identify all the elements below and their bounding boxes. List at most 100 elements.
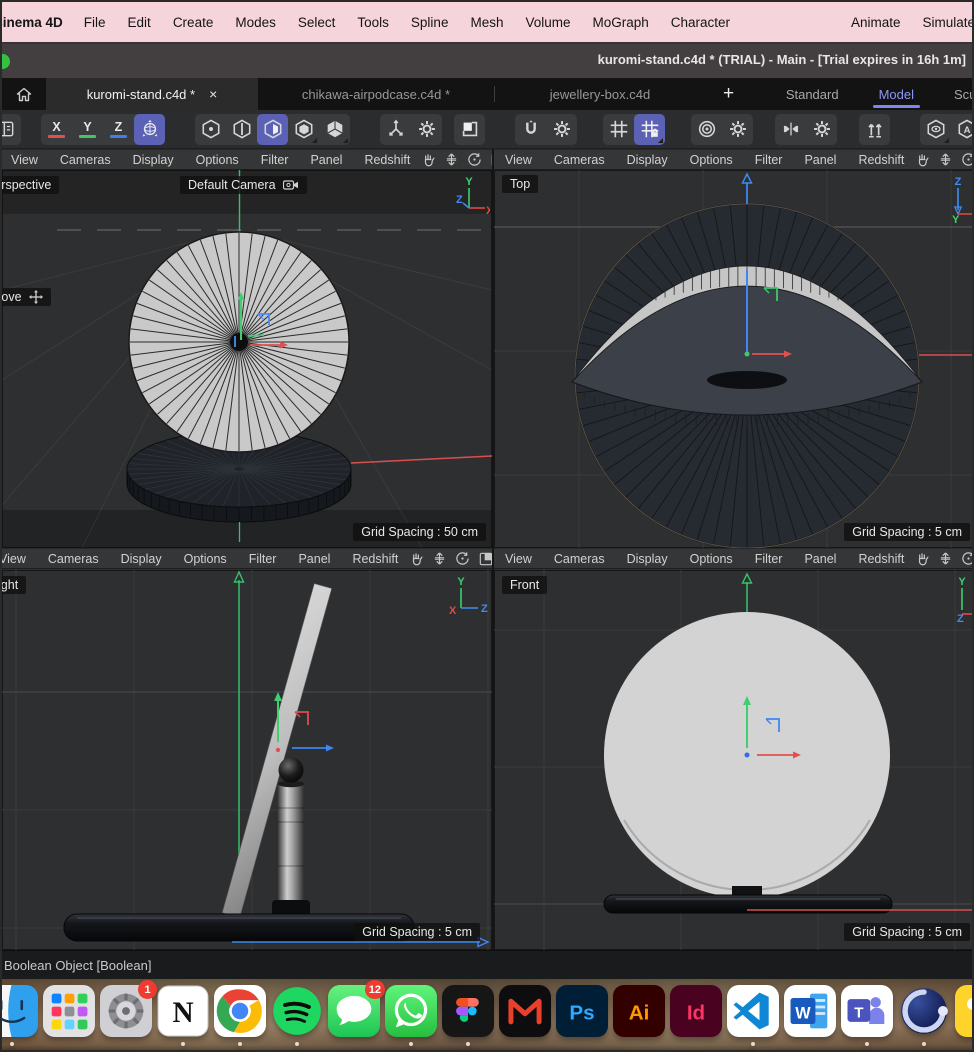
axis-lock-x-button[interactable]: X <box>41 114 72 145</box>
symmetry-settings-button[interactable] <box>806 114 837 145</box>
mode-sculpt[interactable]: Sculpt <box>934 78 974 110</box>
menu-create[interactable]: Create <box>162 15 225 30</box>
dock-whatsapp-icon[interactable] <box>385 985 437 1037</box>
viewport-label-perspective[interactable]: Perspective <box>2 176 59 194</box>
menubar-app-name[interactable]: Cinema 4D <box>2 15 73 30</box>
traffic-light-green[interactable] <box>2 54 10 69</box>
menu-edit[interactable]: Edit <box>117 15 162 30</box>
viewport-front[interactable]: Front Grid Spacing : 5 cm Y Z <box>494 570 974 950</box>
falloff-settings-button[interactable] <box>722 114 753 145</box>
rotate-view-icon[interactable] <box>961 551 974 566</box>
mode-model[interactable]: Model <box>859 78 934 110</box>
window-titlebar[interactable]: kuromi-stand.c4d * (TRIAL) - Main - [Tri… <box>2 44 974 78</box>
viewport-menu-panel[interactable]: Panel <box>299 153 353 167</box>
viewport-menu-filter[interactable]: Filter <box>250 153 300 167</box>
camera-selector[interactable]: Default Camera <box>180 176 307 194</box>
viewport-menu-panel[interactable]: Panel <box>287 552 341 566</box>
menu-mograph[interactable]: MoGraph <box>582 15 660 30</box>
rotate-view-icon[interactable] <box>455 551 470 566</box>
viewport-top[interactable]: Top Grid Spacing : 5 cm Z Y <box>494 170 974 548</box>
viewport-label-right[interactable]: Right <box>2 576 26 594</box>
new-tab-button[interactable]: + <box>705 78 752 110</box>
viewport-menu-redshift[interactable]: Redshift <box>847 153 915 167</box>
coordinate-system-button[interactable] <box>134 114 165 145</box>
menu-volume[interactable]: Volume <box>514 15 581 30</box>
maximize-view-icon[interactable] <box>479 552 492 566</box>
menu-simulate[interactable]: Simulate <box>911 15 974 30</box>
enable-axis-button[interactable] <box>380 114 411 145</box>
viewport-perspective[interactable]: Perspective Default Camera Move Grid Spa… <box>2 170 492 548</box>
polygons-mode-button[interactable] <box>257 114 288 145</box>
viewport-menu-options[interactable]: Options <box>185 153 250 167</box>
viewport-splitter[interactable] <box>492 149 494 950</box>
dock-messages-icon[interactable]: 12 <box>328 985 380 1037</box>
viewport-menu-filter[interactable]: Filter <box>238 552 288 566</box>
pan-hand-icon[interactable] <box>915 551 930 566</box>
viewport-menu-cameras[interactable]: Cameras <box>543 552 616 566</box>
viewport-menu-panel[interactable]: Panel <box>793 153 847 167</box>
extrude-arrows-button[interactable] <box>859 114 890 145</box>
volume-mode-button[interactable] <box>288 114 319 145</box>
viewport-menu-view[interactable]: View <box>494 552 543 566</box>
dock-spotify-icon[interactable] <box>271 985 323 1037</box>
hexagon-annotate-button[interactable]: A <box>951 114 974 145</box>
viewport-menu-options[interactable]: Options <box>173 552 238 566</box>
dock-illustrator-icon[interactable]: Ai <box>613 985 665 1037</box>
tab-chikawa-airpodcase[interactable]: chikawa-airpodcase.c4d * <box>258 78 494 110</box>
viewport-menu-cameras[interactable]: Cameras <box>37 552 110 566</box>
dock-finder-icon[interactable] <box>2 985 38 1037</box>
points-mode-button[interactable] <box>195 114 226 145</box>
quantize-grid-button[interactable] <box>603 114 634 145</box>
viewport-menu-cameras[interactable]: Cameras <box>49 153 122 167</box>
viewport-menu-cameras[interactable]: Cameras <box>543 153 616 167</box>
dolly-zoom-icon[interactable] <box>939 551 952 566</box>
menu-animate[interactable]: Animate <box>840 15 912 30</box>
menu-character[interactable]: Character <box>660 15 741 30</box>
dock-word-icon[interactable]: W <box>784 985 836 1037</box>
viewport-menu-view[interactable]: View <box>2 552 37 566</box>
viewport-menu-display[interactable]: Display <box>616 153 679 167</box>
dolly-zoom-icon[interactable] <box>939 152 952 167</box>
symmetry-button[interactable] <box>775 114 806 145</box>
pan-hand-icon[interactable] <box>409 551 424 566</box>
menu-file[interactable]: File <box>73 15 117 30</box>
dock-settings-icon[interactable]: 1 <box>100 985 152 1037</box>
viewport-menu-redshift[interactable]: Redshift <box>847 552 915 566</box>
axis-lock-z-button[interactable]: Z <box>103 114 134 145</box>
dock-photoshop-icon[interactable]: Ps <box>556 985 608 1037</box>
dock-teams-icon[interactable]: T <box>841 985 893 1037</box>
dolly-zoom-icon[interactable] <box>433 551 446 566</box>
dock-cinema4d-icon[interactable] <box>898 985 950 1037</box>
tab-close-icon[interactable]: × <box>209 86 217 102</box>
snap-settings-button[interactable] <box>546 114 577 145</box>
tab-jewellery-box[interactable]: jewellery-box.c4d <box>495 78 705 110</box>
dock-indesign-icon[interactable]: Id <box>670 985 722 1037</box>
viewport-menu-filter[interactable]: Filter <box>744 153 794 167</box>
viewport-menu-view[interactable]: View <box>494 153 543 167</box>
menu-select[interactable]: Select <box>287 15 347 30</box>
viewport-menu-display[interactable]: Display <box>616 552 679 566</box>
dock-figma-icon[interactable] <box>442 985 494 1037</box>
viewport-menu-filter[interactable]: Filter <box>744 552 794 566</box>
dock-launchpad-icon[interactable] <box>43 985 95 1037</box>
axis-settings-button[interactable] <box>411 114 442 145</box>
dock-mail-icon[interactable] <box>499 985 551 1037</box>
rotate-view-icon[interactable] <box>961 152 974 167</box>
falloff-target-button[interactable] <box>691 114 722 145</box>
workplane-button[interactable] <box>454 114 485 145</box>
viewport-menu-redshift[interactable]: Redshift <box>341 552 409 566</box>
pan-hand-icon[interactable] <box>421 152 436 167</box>
viewport-menu-options[interactable]: Options <box>679 552 744 566</box>
viewport-menu-view[interactable]: View <box>2 153 49 167</box>
dolly-zoom-icon[interactable] <box>445 152 458 167</box>
dock-notion-icon[interactable]: N <box>157 985 209 1037</box>
model-mode-button[interactable] <box>319 114 350 145</box>
viewport-menu-display[interactable]: Display <box>122 153 185 167</box>
quantize-grid-lock-button[interactable] <box>634 114 665 145</box>
menu-tools[interactable]: Tools <box>346 15 400 30</box>
layout-panel-button[interactable] <box>2 114 21 145</box>
dock-vscode-icon[interactable] <box>727 985 779 1037</box>
viewport-menu-redshift[interactable]: Redshift <box>353 153 421 167</box>
pan-hand-icon[interactable] <box>915 152 930 167</box>
snap-magnet-button[interactable] <box>515 114 546 145</box>
